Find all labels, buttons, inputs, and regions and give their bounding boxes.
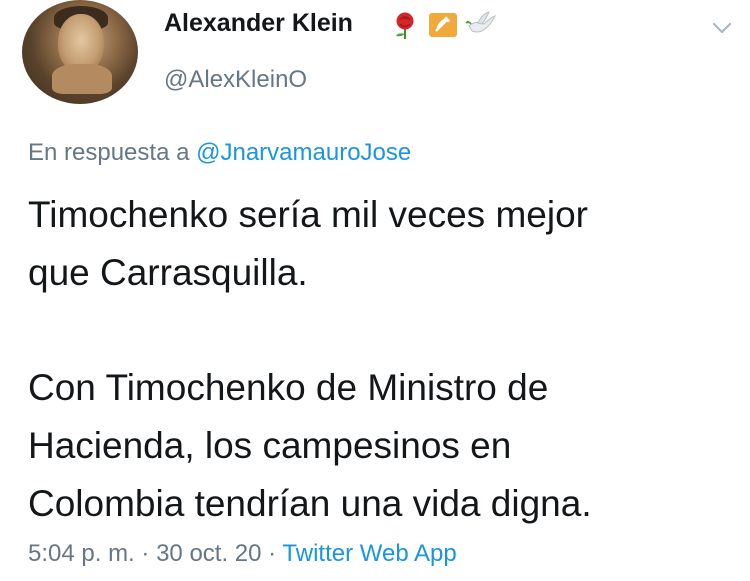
- hammer-sickle-icon: [429, 13, 457, 37]
- tweet-paragraph-1: Timochenko sería mil veces mejor que Car…: [28, 186, 588, 302]
- tweet-meta: 5:04 p. m. · 30 oct. 20 · Twitter Web Ap…: [28, 540, 457, 568]
- reply-mention-link[interactable]: @JnarvamauroJose: [196, 139, 411, 166]
- tweet-line: Con Timochenko de Ministro de: [28, 367, 549, 408]
- chevron-down-icon[interactable]: [708, 14, 736, 42]
- tweet-line: Timochenko sería mil veces mejor: [28, 194, 588, 235]
- meta-separator: ·: [141, 540, 150, 567]
- display-name[interactable]: Alexander Klein: [164, 9, 353, 38]
- name-badges: [388, 9, 498, 41]
- tweet-line: Colombia tendrían una vida digna.: [28, 483, 592, 524]
- avatar[interactable]: [22, 0, 138, 104]
- tweet-line: que Carrasquilla.: [28, 252, 308, 293]
- tweet-paragraph-2: Con Timochenko de Ministro de Hacienda, …: [28, 359, 592, 533]
- tweet-date[interactable]: 30 oct. 20: [156, 540, 261, 567]
- dove-icon: [465, 11, 497, 33]
- tweet-card: Alexander Klein @AlexKleinO En respuesta…: [0, 0, 750, 581]
- tweet-line: Hacienda, los campesinos en: [28, 425, 512, 466]
- rose-icon: [396, 12, 414, 39]
- avatar-hands: [52, 64, 112, 94]
- user-handle[interactable]: @AlexKleinO: [164, 66, 307, 94]
- reply-prefix: En respuesta a: [28, 139, 190, 166]
- tweet-source-link[interactable]: Twitter Web App: [282, 540, 456, 567]
- reply-context: En respuesta a @JnarvamauroJose: [28, 139, 411, 167]
- tweet-time[interactable]: 5:04 p. m.: [28, 540, 135, 567]
- meta-separator: ·: [268, 540, 277, 567]
